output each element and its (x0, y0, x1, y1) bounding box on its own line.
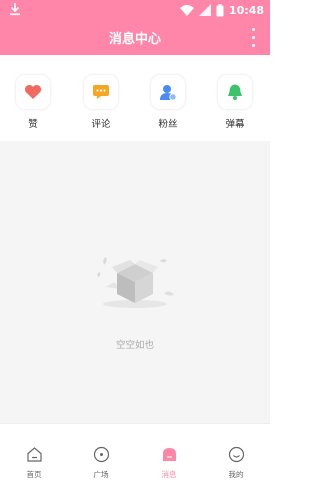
category-fans[interactable]: 粉丝 (146, 75, 190, 130)
category-likes[interactable]: 赞 (11, 75, 55, 130)
category-label: 赞 (28, 119, 38, 130)
message-list: 空空如也 (0, 141, 270, 423)
header-bar: 消息中心 (0, 20, 270, 55)
tab-profile[interactable]: 我的 (216, 446, 256, 480)
home-icon (26, 447, 42, 462)
tab-plaza[interactable]: 广场 (81, 446, 121, 480)
empty-state-text: 空空如也 (115, 340, 154, 351)
category-label: 弹幕 (225, 119, 245, 130)
heart-icon (16, 75, 50, 109)
more-menu-icon[interactable] (250, 25, 256, 49)
signal-icon (198, 4, 211, 16)
status-time: 10:48 (228, 3, 264, 17)
status-bar: 10:48 (0, 0, 270, 20)
category-comments[interactable]: 评论 (79, 75, 123, 130)
category-label: 粉丝 (158, 119, 178, 130)
category-danmaku[interactable]: 弹幕 (213, 75, 257, 130)
message-icon (162, 448, 176, 461)
tab-label: 消息 (161, 470, 177, 479)
page-title: 消息中心 (108, 32, 161, 47)
tab-label: 我的 (228, 470, 244, 479)
plaza-icon (93, 446, 109, 463)
message-categories: 赞 评论 粉丝 弹幕 (0, 55, 270, 141)
bottom-tab-bar: 首页 广场 消息 我的 (0, 423, 270, 480)
bell-icon (218, 75, 252, 109)
download-icon (10, 3, 20, 16)
wifi-icon (179, 5, 194, 16)
fans-icon (151, 75, 185, 109)
tab-messages[interactable]: 消息 (149, 446, 189, 480)
category-label: 评论 (91, 119, 111, 130)
tab-label: 广场 (93, 470, 109, 479)
battery-icon (216, 3, 224, 16)
empty-box-illustration (97, 257, 174, 308)
tab-label: 首页 (26, 470, 42, 479)
comment-icon (84, 75, 118, 109)
tab-home[interactable]: 首页 (14, 446, 54, 480)
profile-icon (228, 446, 244, 463)
